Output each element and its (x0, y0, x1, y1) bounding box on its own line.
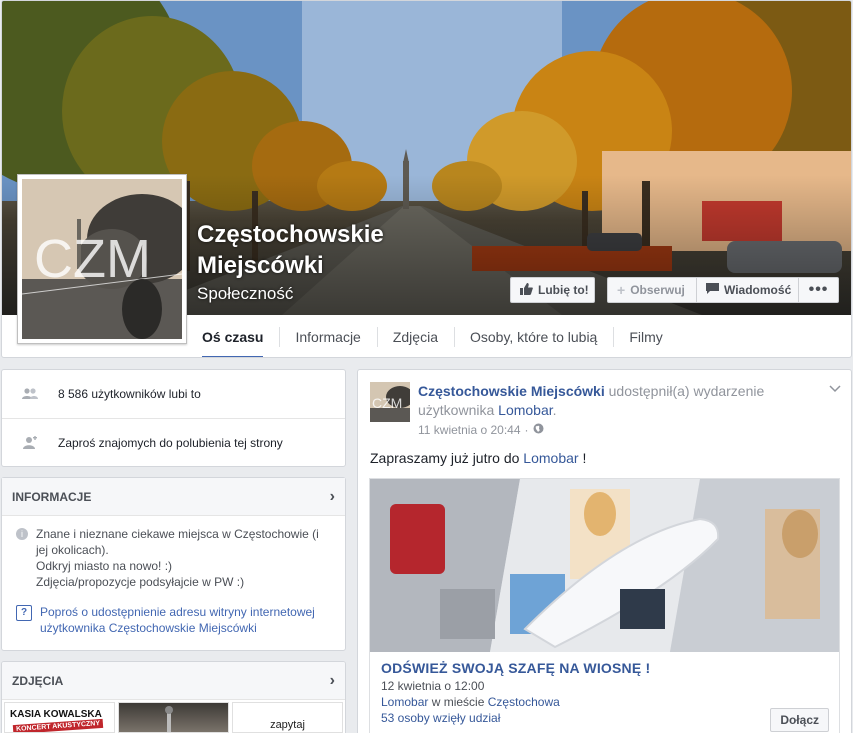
post-author-avatar[interactable]: CZM (370, 382, 410, 422)
profile-picture[interactable]: CZM (17, 174, 187, 344)
post-message: Zapraszamy już jutro do Lomobar ! (370, 450, 586, 466)
description-text: Znane i nieznane ciekawe miejsca w Częst… (36, 526, 333, 590)
photo-thumb-caption: zapytaj (270, 719, 305, 731)
profile-logo-illustration: CZM (22, 179, 182, 339)
post-header: Częstochowskie Miejscówki udostępnił(a) … (418, 382, 818, 420)
invite-friends-row[interactable]: Zaproś znajomych do polubienia tej stron… (2, 418, 345, 466)
more-dots-icon: ••• (808, 281, 829, 298)
tab-photos[interactable]: Zdjęcia (376, 315, 454, 357)
separator-dot: · (524, 423, 529, 437)
about-box-header[interactable]: INFORMACJE › (2, 478, 345, 516)
page-header: CZM Częstochowskie Miejscówki Społecznoś… (1, 0, 852, 358)
globe-icon[interactable] (533, 423, 544, 437)
tab-about[interactable]: Informacje (279, 315, 376, 357)
photo-thumb-subtitle: KONCERT AKUSTYCZNY (12, 718, 104, 732)
photos-strip: KASIA KOWALSKA KONCERT AKUSTYCZNY zapyta… (2, 700, 345, 733)
event-info: ODŚWIEŻ SWOJĄ SZAFĘ NA WIOSNĘ ! 12 kwiet… (370, 652, 839, 732)
page-title[interactable]: Częstochowskie Miejscówki (197, 219, 427, 281)
description-block: i Znane i nieznane ciekawe miejsca w Czę… (16, 526, 333, 590)
photos-box: ZDJĘCIA › KASIA KOWALSKA KONCERT AKUSTYC… (1, 661, 346, 733)
profile-picture-image: CZM (22, 179, 182, 339)
photo-thumbnail[interactable] (118, 702, 229, 733)
about-box-title: INFORMACJE (12, 489, 92, 504)
plus-icon: + (617, 282, 626, 298)
more-options-button[interactable]: ••• (799, 277, 839, 303)
avatar-logo-text: CZM (372, 395, 402, 411)
description-line-2: Odkryj miasto na nowo! :) (36, 559, 173, 573)
stats-box: 8 586 użytkowników lubi to Zaproś znajom… (1, 369, 346, 467)
post-target-link[interactable]: Lomobar (498, 402, 552, 418)
chevron-right-icon: › (329, 671, 335, 689)
event-title[interactable]: ODŚWIEŻ SWOJĄ SZAFĘ NA WIOSNĘ ! (381, 660, 828, 676)
timeline-post: CZM Częstochowskie Miejscówki udostępnił… (357, 369, 852, 733)
thumbs-up-icon (520, 282, 533, 298)
photos-box-header[interactable]: ZDJĘCIA › (2, 662, 345, 700)
post-message-link[interactable]: Lomobar (523, 450, 578, 466)
photo-thumb-title: KASIA KOWALSKA (10, 709, 102, 720)
invite-friends-text: Zaproś znajomych do polubienia tej stron… (58, 435, 283, 450)
event-location: Lomobar w mieście Częstochowa (381, 696, 828, 708)
event-datetime: 12 kwietnia o 12:00 (381, 679, 485, 693)
message-button-label: Wiadomość (724, 283, 792, 297)
post-timestamp[interactable]: 11 kwietnia o 20:44 (418, 423, 521, 437)
description-line-1: Znane i nieznane ciekawe miejsca w Częst… (36, 527, 319, 557)
post-meta: 11 kwietnia o 20:44 · (418, 423, 544, 437)
tab-likes[interactable]: Osoby, które to lubią (453, 315, 613, 357)
add-person-icon (22, 435, 38, 451)
event-attendance[interactable]: 53 osoby wzięły udział (381, 712, 828, 724)
request-website-text: Poproś o udostępnienie adresu witryny in… (40, 605, 315, 635)
microphone-image (165, 706, 173, 732)
likes-count-text: 8 586 użytkowników lubi to (58, 387, 201, 401)
tab-videos[interactable]: Filmy (613, 315, 678, 357)
like-button[interactable]: Lubię to! (510, 277, 595, 303)
post-message-text: Zapraszamy już jutro do (370, 450, 520, 466)
avatar-image: CZM (370, 382, 410, 422)
photo-thumbnail[interactable]: KASIA KOWALSKA KONCERT AKUSTYCZNY (4, 702, 115, 733)
event-venue-link[interactable]: Lomobar (381, 695, 428, 709)
left-column: 8 586 użytkowników lubi to Zaproś znajom… (1, 369, 346, 733)
description-line-3: Zdjęcia/propozycje podsyłajcie w PW :) (36, 575, 245, 589)
request-website-link[interactable]: ? Poproś o udostępnienie adresu witryny … (16, 604, 333, 636)
like-button-label: Lubię to! (538, 283, 589, 297)
follow-button[interactable]: + Obserwuj (607, 277, 697, 303)
event-photo-illustration (370, 479, 839, 652)
question-icon: ? (16, 605, 32, 621)
likes-count-row[interactable]: 8 586 użytkowników lubi to (2, 370, 345, 418)
photo-thumbnail[interactable]: zapytaj (232, 702, 343, 733)
chevron-right-icon: › (329, 487, 335, 505)
event-location-connector: w mieście (431, 695, 485, 709)
post-message-end: ! (582, 450, 587, 466)
photos-box-title: ZDJĘCIA (12, 673, 64, 688)
shared-event-card[interactable]: ODŚWIEŻ SWOJĄ SZAFĘ NA WIOSNĘ ! 12 kwiet… (369, 478, 840, 733)
message-button[interactable]: Wiadomość (697, 277, 799, 303)
join-event-button[interactable]: Dołącz (770, 708, 829, 732)
tab-timeline[interactable]: Oś czasu (186, 315, 279, 357)
page-tabs: Oś czasu Informacje Zdjęcia Osoby, które… (186, 315, 679, 357)
event-cover-image[interactable] (370, 479, 839, 652)
about-box: INFORMACJE › i Znane i nieznane ciekawe … (1, 477, 346, 651)
post-author-link[interactable]: Częstochowskie Miejscówki (418, 383, 605, 399)
chat-bubble-icon (706, 282, 719, 298)
page-category[interactable]: Społeczność (197, 284, 293, 304)
info-icon: i (16, 528, 28, 540)
people-icon (22, 386, 38, 402)
follow-button-label: Obserwuj (630, 283, 685, 297)
event-city-link[interactable]: Częstochowa (488, 695, 560, 709)
page-actions: Lubię to! + Obserwuj Wiadomość ••• (510, 277, 839, 303)
post-options-chevron-icon[interactable] (829, 382, 841, 396)
about-box-body: i Znane i nieznane ciekawe miejsca w Czę… (2, 516, 345, 650)
post-head-period: . (552, 402, 557, 418)
